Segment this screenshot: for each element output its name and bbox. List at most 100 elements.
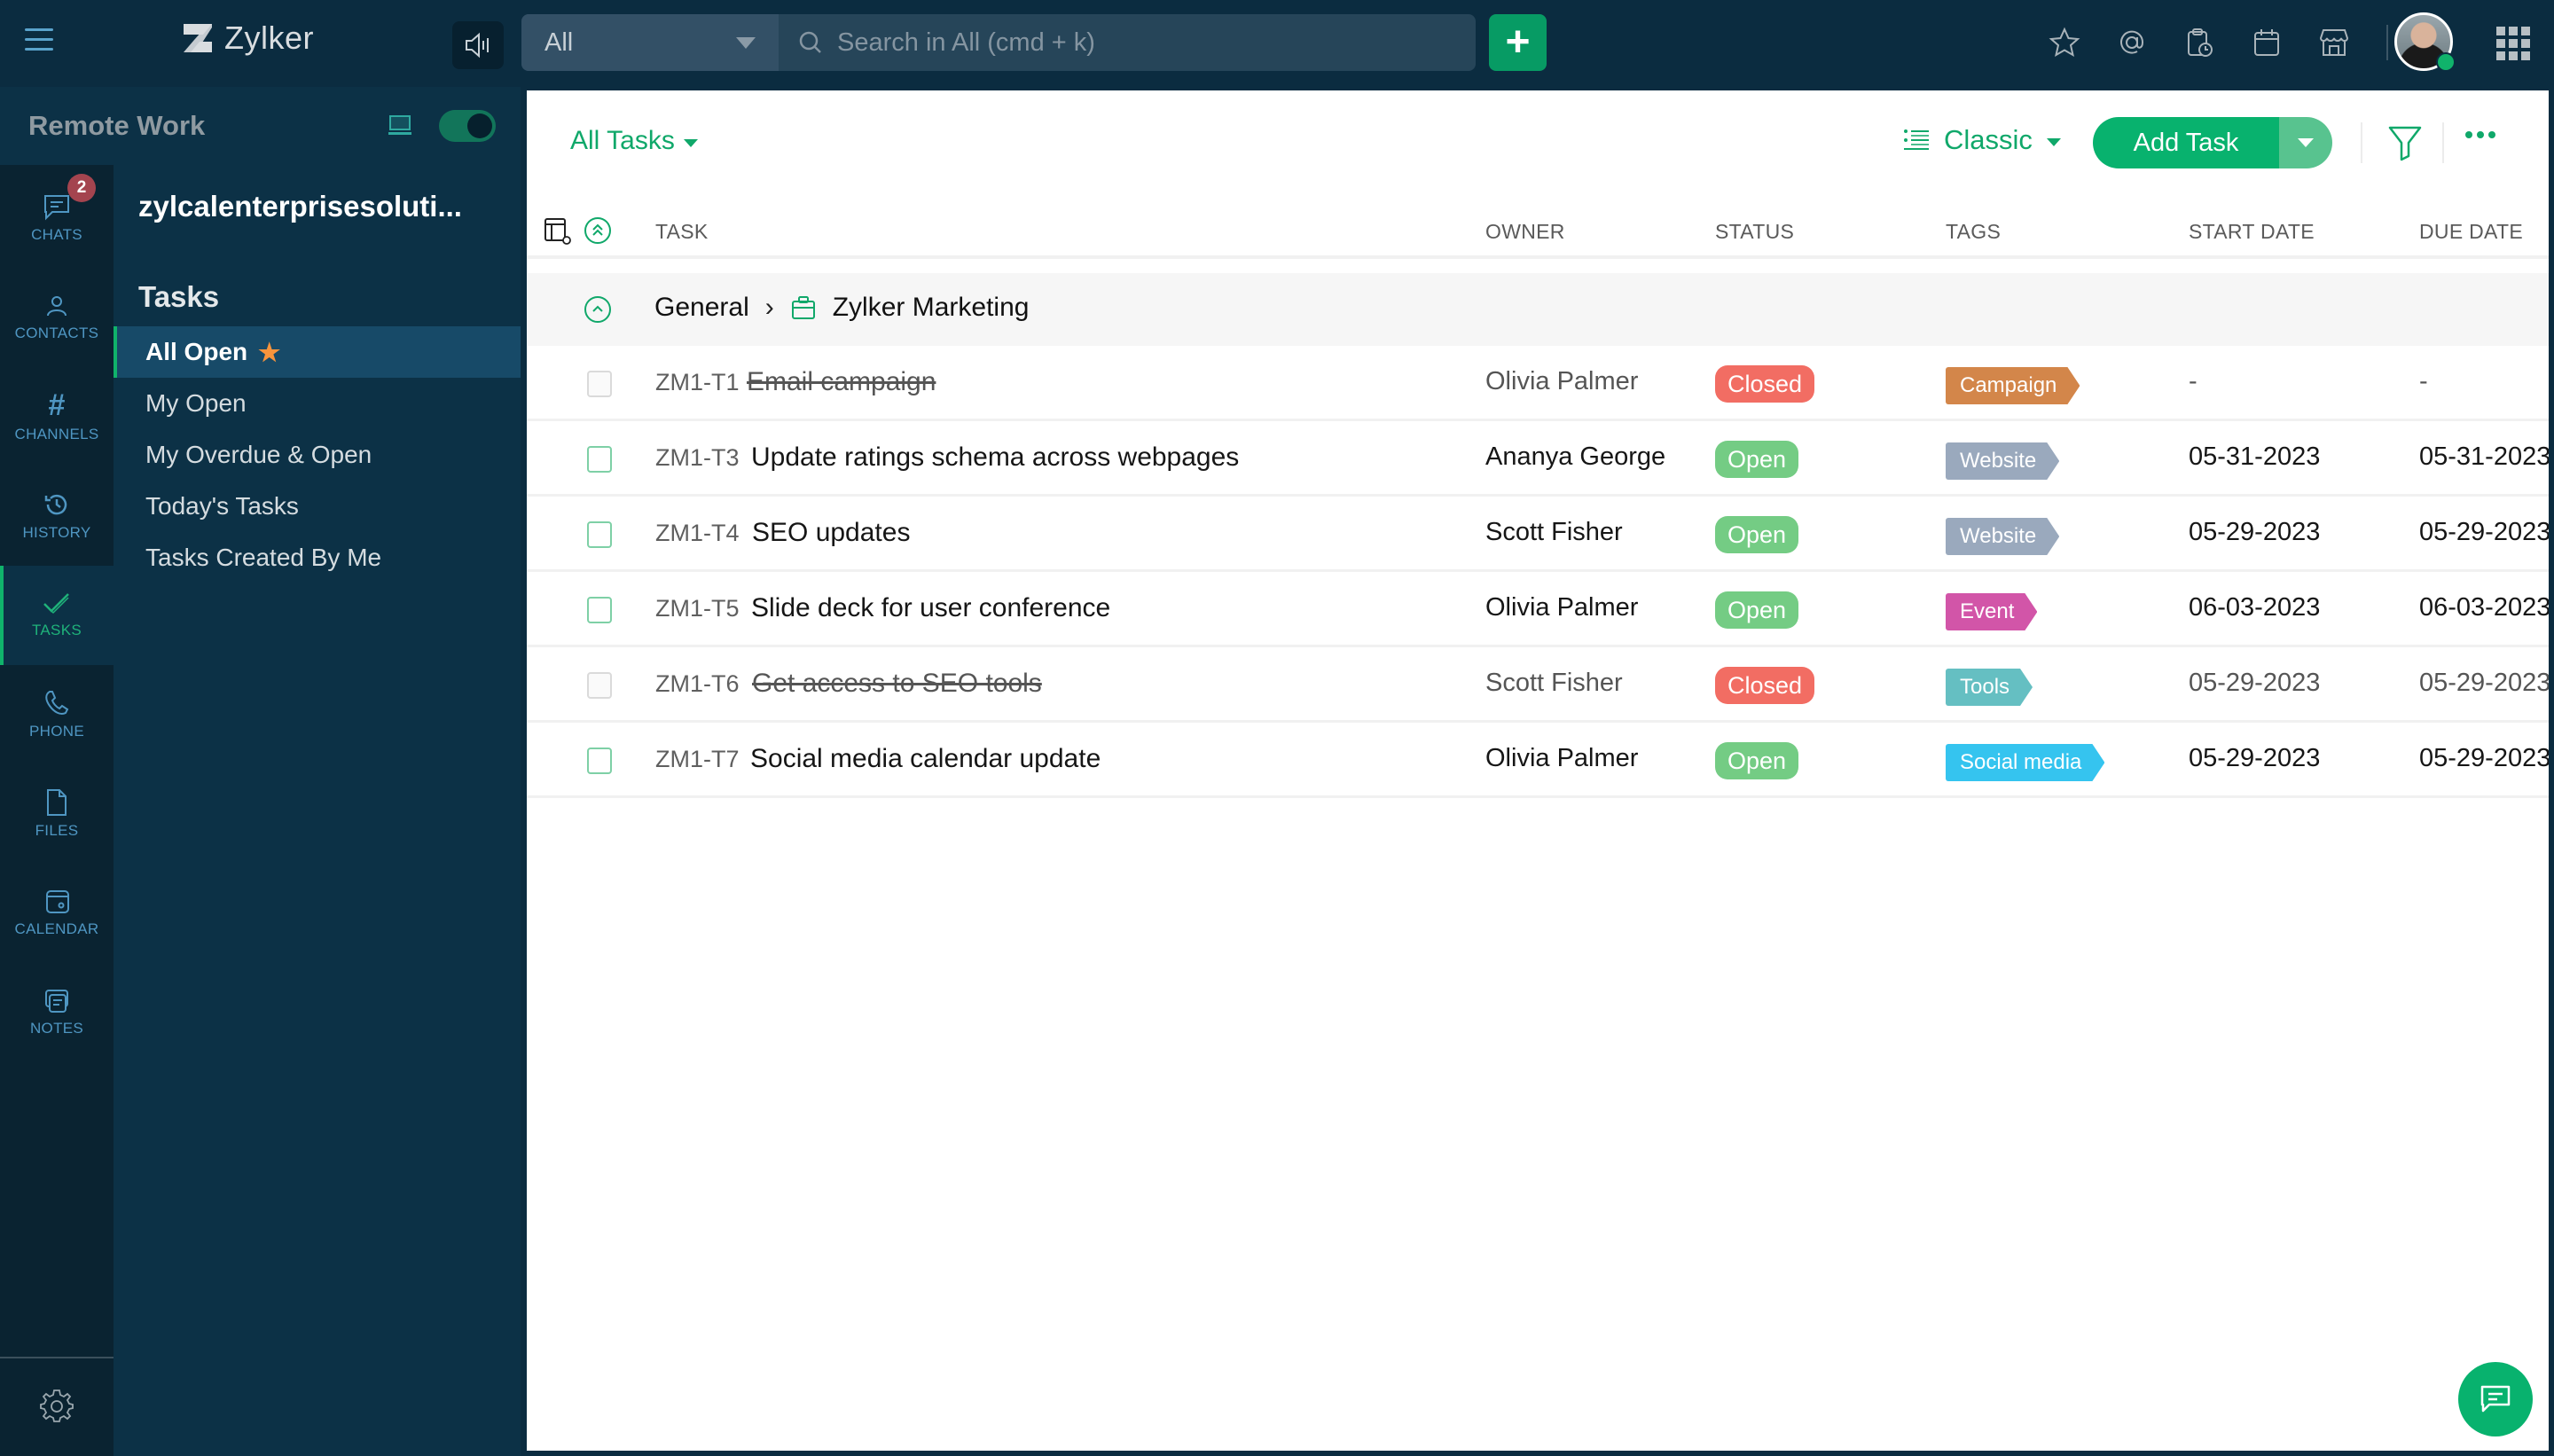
- tag-badge[interactable]: Campaign: [1946, 367, 2080, 404]
- menu-icon[interactable]: [25, 28, 53, 55]
- tasks-icon: [43, 593, 69, 614]
- collapse-all-icon[interactable]: [584, 216, 612, 245]
- top-bar: Zylker All +: [0, 0, 2554, 87]
- group-parent[interactable]: General: [654, 293, 749, 323]
- task-checkbox[interactable]: [587, 672, 612, 699]
- rail-label: TASKS: [32, 622, 82, 638]
- column-header-status[interactable]: STATUS: [1715, 220, 1794, 244]
- laptop-icon[interactable]: [388, 114, 412, 137]
- divider: [2361, 122, 2362, 163]
- column-header-start-date[interactable]: START DATE: [2189, 220, 2315, 244]
- rail-item-calendar[interactable]: CALENDAR: [0, 864, 114, 963]
- add-task-button[interactable]: Add Task: [2093, 117, 2279, 168]
- task-checkbox[interactable]: [587, 748, 612, 774]
- sidebar-item-my-open[interactable]: My Open: [114, 378, 521, 429]
- starred-button[interactable]: [2044, 21, 2085, 64]
- unread-badge: 2: [67, 174, 96, 202]
- status-badge[interactable]: Open: [1715, 441, 1799, 478]
- calendar-button[interactable]: [2246, 21, 2287, 64]
- rail-item-history[interactable]: HISTORY: [0, 466, 114, 566]
- view-select[interactable]: All Tasks: [570, 126, 698, 156]
- star-filled-icon[interactable]: ★: [258, 338, 280, 367]
- table-row[interactable]: ZM1-T5 Slide deck for user conference Ol…: [527, 572, 2549, 647]
- due-date: 05-29-2023: [2419, 669, 2549, 697]
- search-input[interactable]: [837, 27, 1458, 58]
- app-logo[interactable]: Zylker: [182, 20, 314, 57]
- task-checkbox[interactable]: [587, 446, 612, 473]
- status-badge[interactable]: Open: [1715, 591, 1799, 629]
- rail-items: 2 CHATS CONTACTS # CHANNELS HISTORY TASK…: [0, 168, 114, 1062]
- column-header-task[interactable]: TASK: [655, 220, 709, 244]
- task-id: ZM1-T4: [655, 520, 740, 546]
- task-owner: Olivia Palmer: [1485, 593, 1639, 622]
- more-options-icon[interactable]: [2465, 131, 2495, 138]
- rail-item-phone[interactable]: PHONE: [0, 665, 114, 764]
- collapse-group-icon[interactable]: [584, 295, 612, 324]
- sidebar-item-tasks-created-by-me[interactable]: Tasks Created By Me: [114, 532, 521, 583]
- chat-fab-button[interactable]: [2458, 1362, 2533, 1436]
- column-settings-icon[interactable]: [543, 216, 573, 247]
- task-checkbox[interactable]: [587, 371, 612, 397]
- column-header-tags[interactable]: TAGS: [1946, 220, 2001, 244]
- filter-icon[interactable]: [2387, 124, 2423, 161]
- divider: [2386, 25, 2388, 60]
- status-badge[interactable]: Closed: [1715, 365, 1815, 403]
- rail-item-chats[interactable]: 2 CHATS: [0, 168, 114, 268]
- rail-item-notes[interactable]: NOTES: [0, 963, 114, 1062]
- status-badge[interactable]: Open: [1715, 516, 1799, 553]
- task-checkbox[interactable]: [587, 597, 612, 623]
- table-row[interactable]: ZM1-T6 Get access to SEO tools Scott Fis…: [527, 647, 2549, 723]
- rail-item-contacts[interactable]: CONTACTS: [0, 268, 114, 367]
- calendar-icon: [46, 890, 69, 913]
- task-checkbox[interactable]: [587, 521, 612, 548]
- sidebar-item-all-open[interactable]: All Open ★: [114, 326, 521, 378]
- apps-grid-icon[interactable]: [2496, 27, 2530, 60]
- tag-badge[interactable]: Website: [1946, 442, 2059, 480]
- org-name[interactable]: zylcalenterprisesoluti...: [138, 190, 502, 223]
- table-row[interactable]: ZM1-T1 Email campaign Olivia Palmer Clos…: [527, 346, 2549, 421]
- start-date: 05-29-2023: [2189, 669, 2321, 697]
- rail-item-tasks[interactable]: TASKS: [0, 566, 114, 665]
- status-badge[interactable]: Open: [1715, 742, 1799, 779]
- speaker-button[interactable]: [452, 21, 504, 69]
- sidebar-item-label: Tasks Created By Me: [145, 544, 382, 571]
- create-new-button[interactable]: +: [1489, 14, 1547, 71]
- table-row[interactable]: ZM1-T4 SEO updates Scott Fisher Open Web…: [527, 497, 2549, 572]
- tag-badge[interactable]: Tools: [1946, 669, 2033, 706]
- group-name[interactable]: Zylker Marketing: [833, 293, 1030, 323]
- zylker-logo-icon: [184, 24, 212, 52]
- rail-label: NOTES: [29, 1020, 84, 1037]
- column-header-owner[interactable]: OWNER: [1485, 220, 1565, 244]
- remote-work-toggle[interactable]: [439, 110, 496, 142]
- table-row[interactable]: ZM1-T7 Social media calendar update Oliv…: [527, 723, 2549, 798]
- task-name[interactable]: Slide deck for user conference: [751, 593, 1110, 623]
- status-badge[interactable]: Closed: [1715, 667, 1815, 704]
- task-name[interactable]: Email campaign: [747, 367, 936, 397]
- task-name[interactable]: SEO updates: [752, 518, 910, 548]
- column-header-due-date[interactable]: DUE DATE: [2419, 220, 2523, 244]
- task-name[interactable]: Social media calendar update: [750, 744, 1101, 774]
- task-name[interactable]: Update ratings schema across webpages: [751, 442, 1239, 473]
- mentions-button[interactable]: [2111, 21, 2152, 64]
- search-scope-select[interactable]: All: [521, 14, 779, 71]
- sidebar-item-my-overdue-open[interactable]: My Overdue & Open: [114, 429, 521, 481]
- reminders-button[interactable]: [2179, 21, 2220, 64]
- task-name[interactable]: Get access to SEO tools: [752, 669, 1042, 699]
- add-task-dropdown[interactable]: [2279, 117, 2332, 168]
- marketplace-button[interactable]: [2314, 21, 2354, 64]
- sidebar-item-todays-tasks[interactable]: Today's Tasks: [114, 481, 521, 532]
- briefcase-icon: [791, 296, 815, 319]
- chevron-down-icon: [736, 36, 756, 49]
- rail-item-channels[interactable]: # CHANNELS: [0, 367, 114, 466]
- user-avatar[interactable]: [2394, 12, 2456, 72]
- tag-badge[interactable]: Website: [1946, 518, 2059, 555]
- tag-badge[interactable]: Social media: [1946, 744, 2104, 781]
- table-row[interactable]: ZM1-T3 Update ratings schema across webp…: [527, 421, 2549, 497]
- settings-gear-icon[interactable]: [37, 1387, 76, 1426]
- layout-select[interactable]: Classic: [1903, 124, 2061, 156]
- tag-badge[interactable]: Event: [1946, 593, 2037, 630]
- rail-item-files[interactable]: FILES: [0, 764, 114, 864]
- layout-select-label: Classic: [1944, 124, 2033, 155]
- sidebar-item-label: Today's Tasks: [145, 492, 299, 520]
- rail-label: CALENDAR: [14, 920, 99, 937]
